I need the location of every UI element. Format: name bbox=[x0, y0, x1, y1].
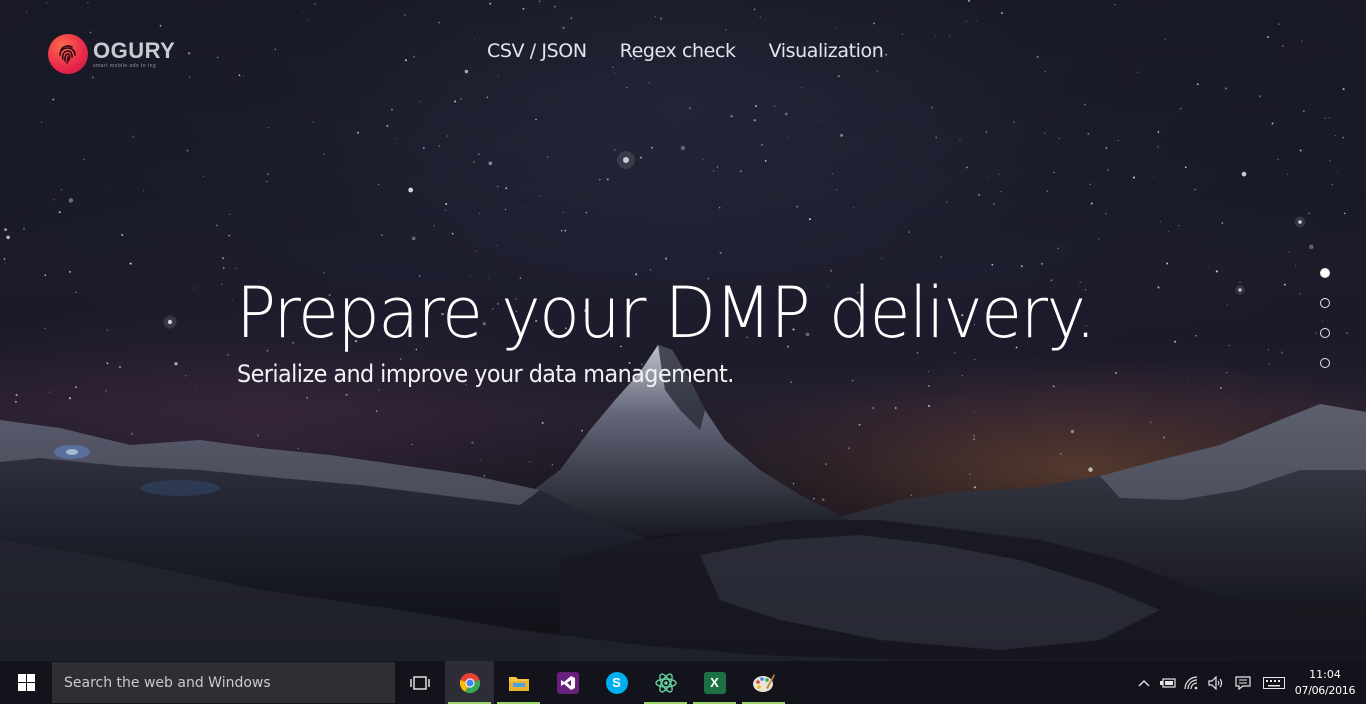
hero-subtitle: Serialize and improve your data manageme… bbox=[237, 360, 734, 388]
main-nav: CSV / JSON Regex check Visualization bbox=[487, 40, 916, 62]
task-view-icon bbox=[410, 675, 430, 690]
system-tray: 11:04 07/06/2016 bbox=[1132, 661, 1366, 704]
keyboard-icon[interactable] bbox=[1258, 661, 1290, 704]
excel-icon: X bbox=[703, 671, 726, 694]
slide-dot-1[interactable] bbox=[1320, 268, 1330, 278]
slide-pagination bbox=[1320, 268, 1330, 388]
windows-taskbar: Search the web and Windows S X 11:04 07/… bbox=[0, 661, 1366, 704]
taskbar-app-excel[interactable]: X bbox=[690, 661, 739, 704]
search-placeholder: Search the web and Windows bbox=[64, 674, 271, 691]
fingerprint-logo-icon bbox=[48, 34, 88, 74]
chevron-up-icon[interactable] bbox=[1132, 661, 1156, 704]
nav-link-csv-json[interactable]: CSV / JSON bbox=[487, 40, 587, 62]
taskbar-app-skype[interactable]: S bbox=[592, 661, 641, 704]
nav-link-regex-check[interactable]: Regex check bbox=[620, 40, 736, 62]
clock-date: 07/06/2016 bbox=[1294, 683, 1356, 697]
volume-icon[interactable] bbox=[1204, 661, 1228, 704]
atom-icon bbox=[654, 672, 677, 693]
brand-tagline: smart mobile ads to ing bbox=[93, 62, 157, 69]
brand-logo[interactable]: OGURY smart mobile ads to ing bbox=[48, 34, 175, 74]
windows-logo-icon bbox=[17, 674, 35, 691]
taskbar-app-visual-studio[interactable] bbox=[543, 661, 592, 704]
notification-icon[interactable] bbox=[1228, 661, 1258, 704]
taskbar-app-chrome[interactable] bbox=[445, 661, 494, 704]
taskbar-app-atom[interactable] bbox=[641, 661, 690, 704]
hero-section: OGURY smart mobile ads to ing CSV / JSON… bbox=[0, 0, 1366, 661]
folder-icon bbox=[508, 676, 529, 691]
skype-icon: S bbox=[605, 671, 628, 694]
taskbar-search-box[interactable]: Search the web and Windows bbox=[52, 662, 395, 703]
taskbar-app-file-explorer[interactable] bbox=[494, 661, 543, 704]
wifi-icon[interactable] bbox=[1180, 661, 1204, 704]
brand-text: OGURY smart mobile ads to ing bbox=[93, 37, 176, 69]
clock-time: 11:04 bbox=[1309, 667, 1341, 681]
slide-dot-2[interactable] bbox=[1320, 298, 1330, 308]
taskbar-app-paint[interactable] bbox=[739, 661, 788, 704]
slide-dot-4[interactable] bbox=[1320, 358, 1330, 368]
start-button[interactable] bbox=[0, 661, 52, 704]
slide-dot-3[interactable] bbox=[1320, 328, 1330, 338]
nav-link-visualization[interactable]: Visualization bbox=[769, 40, 884, 62]
task-view-button[interactable] bbox=[395, 661, 445, 704]
chrome-icon bbox=[459, 672, 480, 693]
power-icon[interactable] bbox=[1156, 661, 1180, 704]
visual-studio-icon bbox=[556, 671, 579, 694]
hero-title: Prepare your DMP delivery. bbox=[236, 272, 1096, 354]
taskbar-clock[interactable]: 11:04 07/06/2016 bbox=[1290, 667, 1360, 699]
page: OGURY smart mobile ads to ing CSV / JSON… bbox=[0, 0, 1366, 704]
brand-name: OGURY bbox=[93, 37, 176, 63]
paint-icon bbox=[752, 673, 775, 692]
